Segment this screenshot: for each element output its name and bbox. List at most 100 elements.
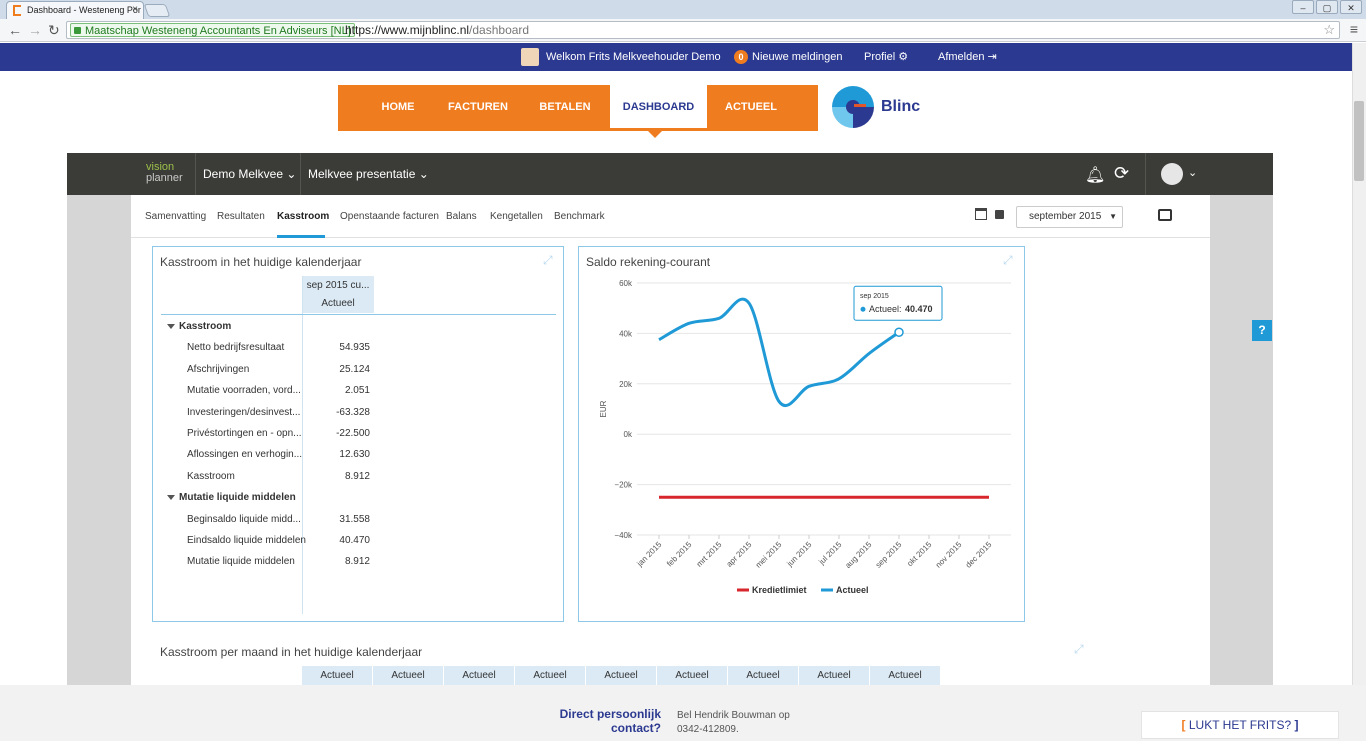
row-value: 8.912 [344, 556, 370, 568]
bell-icon[interactable]: 🔔︎ [1085, 165, 1105, 185]
row-label: Mutatie liquide middelen [187, 556, 295, 568]
x-tick-label: okt 2015 [905, 540, 933, 568]
blinc-logo-icon [832, 86, 874, 128]
nav-dashboard[interactable]: DASHBOARD [610, 85, 707, 128]
row-value: -22.500 [336, 428, 370, 439]
reload-icon[interactable]: ↻ [48, 22, 60, 38]
user-menu-avatar[interactable] [1161, 163, 1183, 185]
refresh-icon[interactable]: ⟳ [1114, 163, 1129, 184]
x-tick-label: sep 2015 [874, 540, 904, 570]
row-label: Kasstroom [179, 321, 232, 332]
new-tab-button[interactable] [143, 4, 171, 17]
column-header: Actueel [373, 666, 444, 686]
expand-icon[interactable]: ⤢ [543, 253, 553, 268]
nav-actueel[interactable]: ACTUEEL [718, 85, 784, 131]
browser-menu-icon[interactable]: ≡ [1350, 21, 1358, 37]
browser-titlebar: Dashboard - Westeneng Por × ‒ ▢ ✕ [0, 0, 1366, 19]
expand-icon[interactable]: ⤢ [1074, 642, 1084, 657]
logo-line-planner: planner [146, 172, 183, 184]
bookmark-star-icon[interactable]: ☆ [1323, 22, 1335, 38]
tab-samenvatting[interactable]: Samenvatting [145, 211, 206, 222]
tab-title: Dashboard - Westeneng Por [27, 5, 141, 15]
collapse-triangle-icon[interactable] [167, 495, 175, 501]
tab-benchmark[interactable]: Benchmark [554, 211, 605, 222]
y-axis-label: EUR [599, 400, 608, 417]
panel-title: Kasstroom in het huidige kalenderjaar [160, 255, 362, 269]
divider [300, 153, 301, 195]
nav-facturen[interactable]: FACTUREN [440, 85, 516, 131]
table-group-row[interactable]: Kasstroom [153, 316, 553, 337]
legend-label: Actueel [836, 585, 869, 595]
row-value: 2.051 [344, 385, 370, 397]
page-scrollbar[interactable] [1352, 43, 1366, 685]
chevron-down-icon: ⌄ [418, 167, 429, 181]
divider [195, 153, 196, 195]
notifications-label: Nieuwe meldingen [752, 51, 843, 63]
presentation-dropdown[interactable]: Melkvee presentatie ⌄ [308, 153, 429, 195]
column-subheader: Actueel [302, 295, 374, 313]
row-value: 31.558 [339, 513, 370, 525]
column-header: Actueel [444, 666, 515, 686]
tab-kasstroom[interactable]: Kasstroom [277, 211, 329, 222]
back-icon[interactable]: ← [8, 22, 22, 38]
maximize-icon[interactable]: ▢ [1316, 0, 1338, 14]
period-select[interactable]: september 2015 ▼ [1016, 206, 1123, 228]
lock-icon [74, 27, 81, 34]
bottom-column-headers: Actueel Actueel Actueel Actueel Actueel Actue… [302, 666, 941, 686]
tooltip-label: Actueel: [869, 304, 902, 314]
contact-line-2: contact? [610, 721, 661, 735]
tab-kengetallen[interactable]: Kengetallen [490, 211, 543, 222]
notification-count-badge: 0 [734, 50, 748, 64]
column-header: Actueel [728, 666, 799, 686]
print-icon[interactable] [1158, 209, 1172, 221]
calendar-icon[interactable] [975, 208, 987, 220]
subtab-bar: Samenvatting Resultaten Kasstroom Openst… [131, 195, 1210, 238]
legend-label: Kredietlimiet [752, 585, 807, 595]
lock-icon[interactable] [995, 210, 1004, 219]
logout-link[interactable]: Afmelden ⇥ [938, 43, 997, 71]
nav-home[interactable]: HOME [366, 85, 430, 131]
forward-icon[interactable]: → [28, 22, 42, 38]
url-text[interactable]: https://www.mijnblinc.nl/dashboard [345, 22, 529, 38]
y-tick-label: −40k [614, 531, 633, 540]
x-tick-label: apr 2015 [725, 540, 754, 569]
y-tick-label: 60k [619, 279, 633, 288]
contact-info: Bel Hendrik Bouwman op 0342-412809. [677, 709, 817, 737]
row-value: 54.935 [339, 342, 370, 354]
scrollbar-thumb[interactable] [1354, 101, 1364, 181]
nav-betalen[interactable]: BETALEN [530, 85, 600, 131]
table-row: Mutatie liquide middelen 8.912 [153, 551, 553, 572]
tooltip-marker [860, 306, 866, 312]
collapse-triangle-icon[interactable] [167, 324, 175, 329]
row-value: 25.124 [339, 363, 370, 375]
row-label: Mutatie liquide middelen [179, 492, 296, 504]
minimize-icon[interactable]: ‒ [1292, 0, 1314, 14]
bracket-right-icon: ] [1294, 718, 1299, 732]
kasstroom-panel: Kasstroom in het huidige kalenderjaar ⤢ … [152, 246, 564, 622]
tab-balans[interactable]: Balans [446, 211, 477, 222]
tab-openstaande-facturen[interactable]: Openstaande facturen [340, 211, 439, 222]
address-bar[interactable]: Maatschap Westeneng Accountants En Advis… [66, 21, 1340, 39]
table-group-row[interactable]: Mutatie liquide middelen [153, 487, 553, 508]
notifications-link[interactable]: 0 Nieuwe meldingen [734, 43, 843, 71]
profile-label: Profiel [864, 51, 896, 63]
tab-resultaten[interactable]: Resultaten [217, 211, 265, 222]
help-button[interactable]: ? [1252, 320, 1272, 341]
presentation-label: Melkvee presentatie [308, 167, 416, 181]
row-label: Investeringen/desinvest... [187, 406, 301, 418]
tab-close-icon[interactable]: × [132, 2, 138, 18]
table-row: Afschrijvingen 25.124 [153, 359, 553, 380]
close-window-icon[interactable]: ✕ [1340, 0, 1362, 14]
table-row: Investeringen/desinvest... -63.328 [153, 402, 553, 423]
y-tick-label: −20k [614, 481, 633, 490]
company-dropdown[interactable]: Demo Melkvee ⌄ [203, 153, 296, 195]
x-tick-label: feb 2015 [665, 540, 694, 569]
chevron-down-icon[interactable]: ⌄ [1188, 166, 1197, 179]
profile-link[interactable]: Profiel ⚙ [864, 43, 908, 71]
lukt-het-button[interactable]: [ LUKT HET FRITS? ] [1141, 711, 1339, 739]
browser-tab[interactable]: Dashboard - Westeneng Por × [6, 1, 144, 19]
y-tick-label: 20k [619, 380, 633, 389]
certificate-badge[interactable]: Maatschap Westeneng Accountants En Advis… [70, 23, 355, 37]
column-header: sep 2015 cu... [302, 276, 374, 295]
lukt-label: LUKT HET FRITS? [1188, 718, 1292, 732]
